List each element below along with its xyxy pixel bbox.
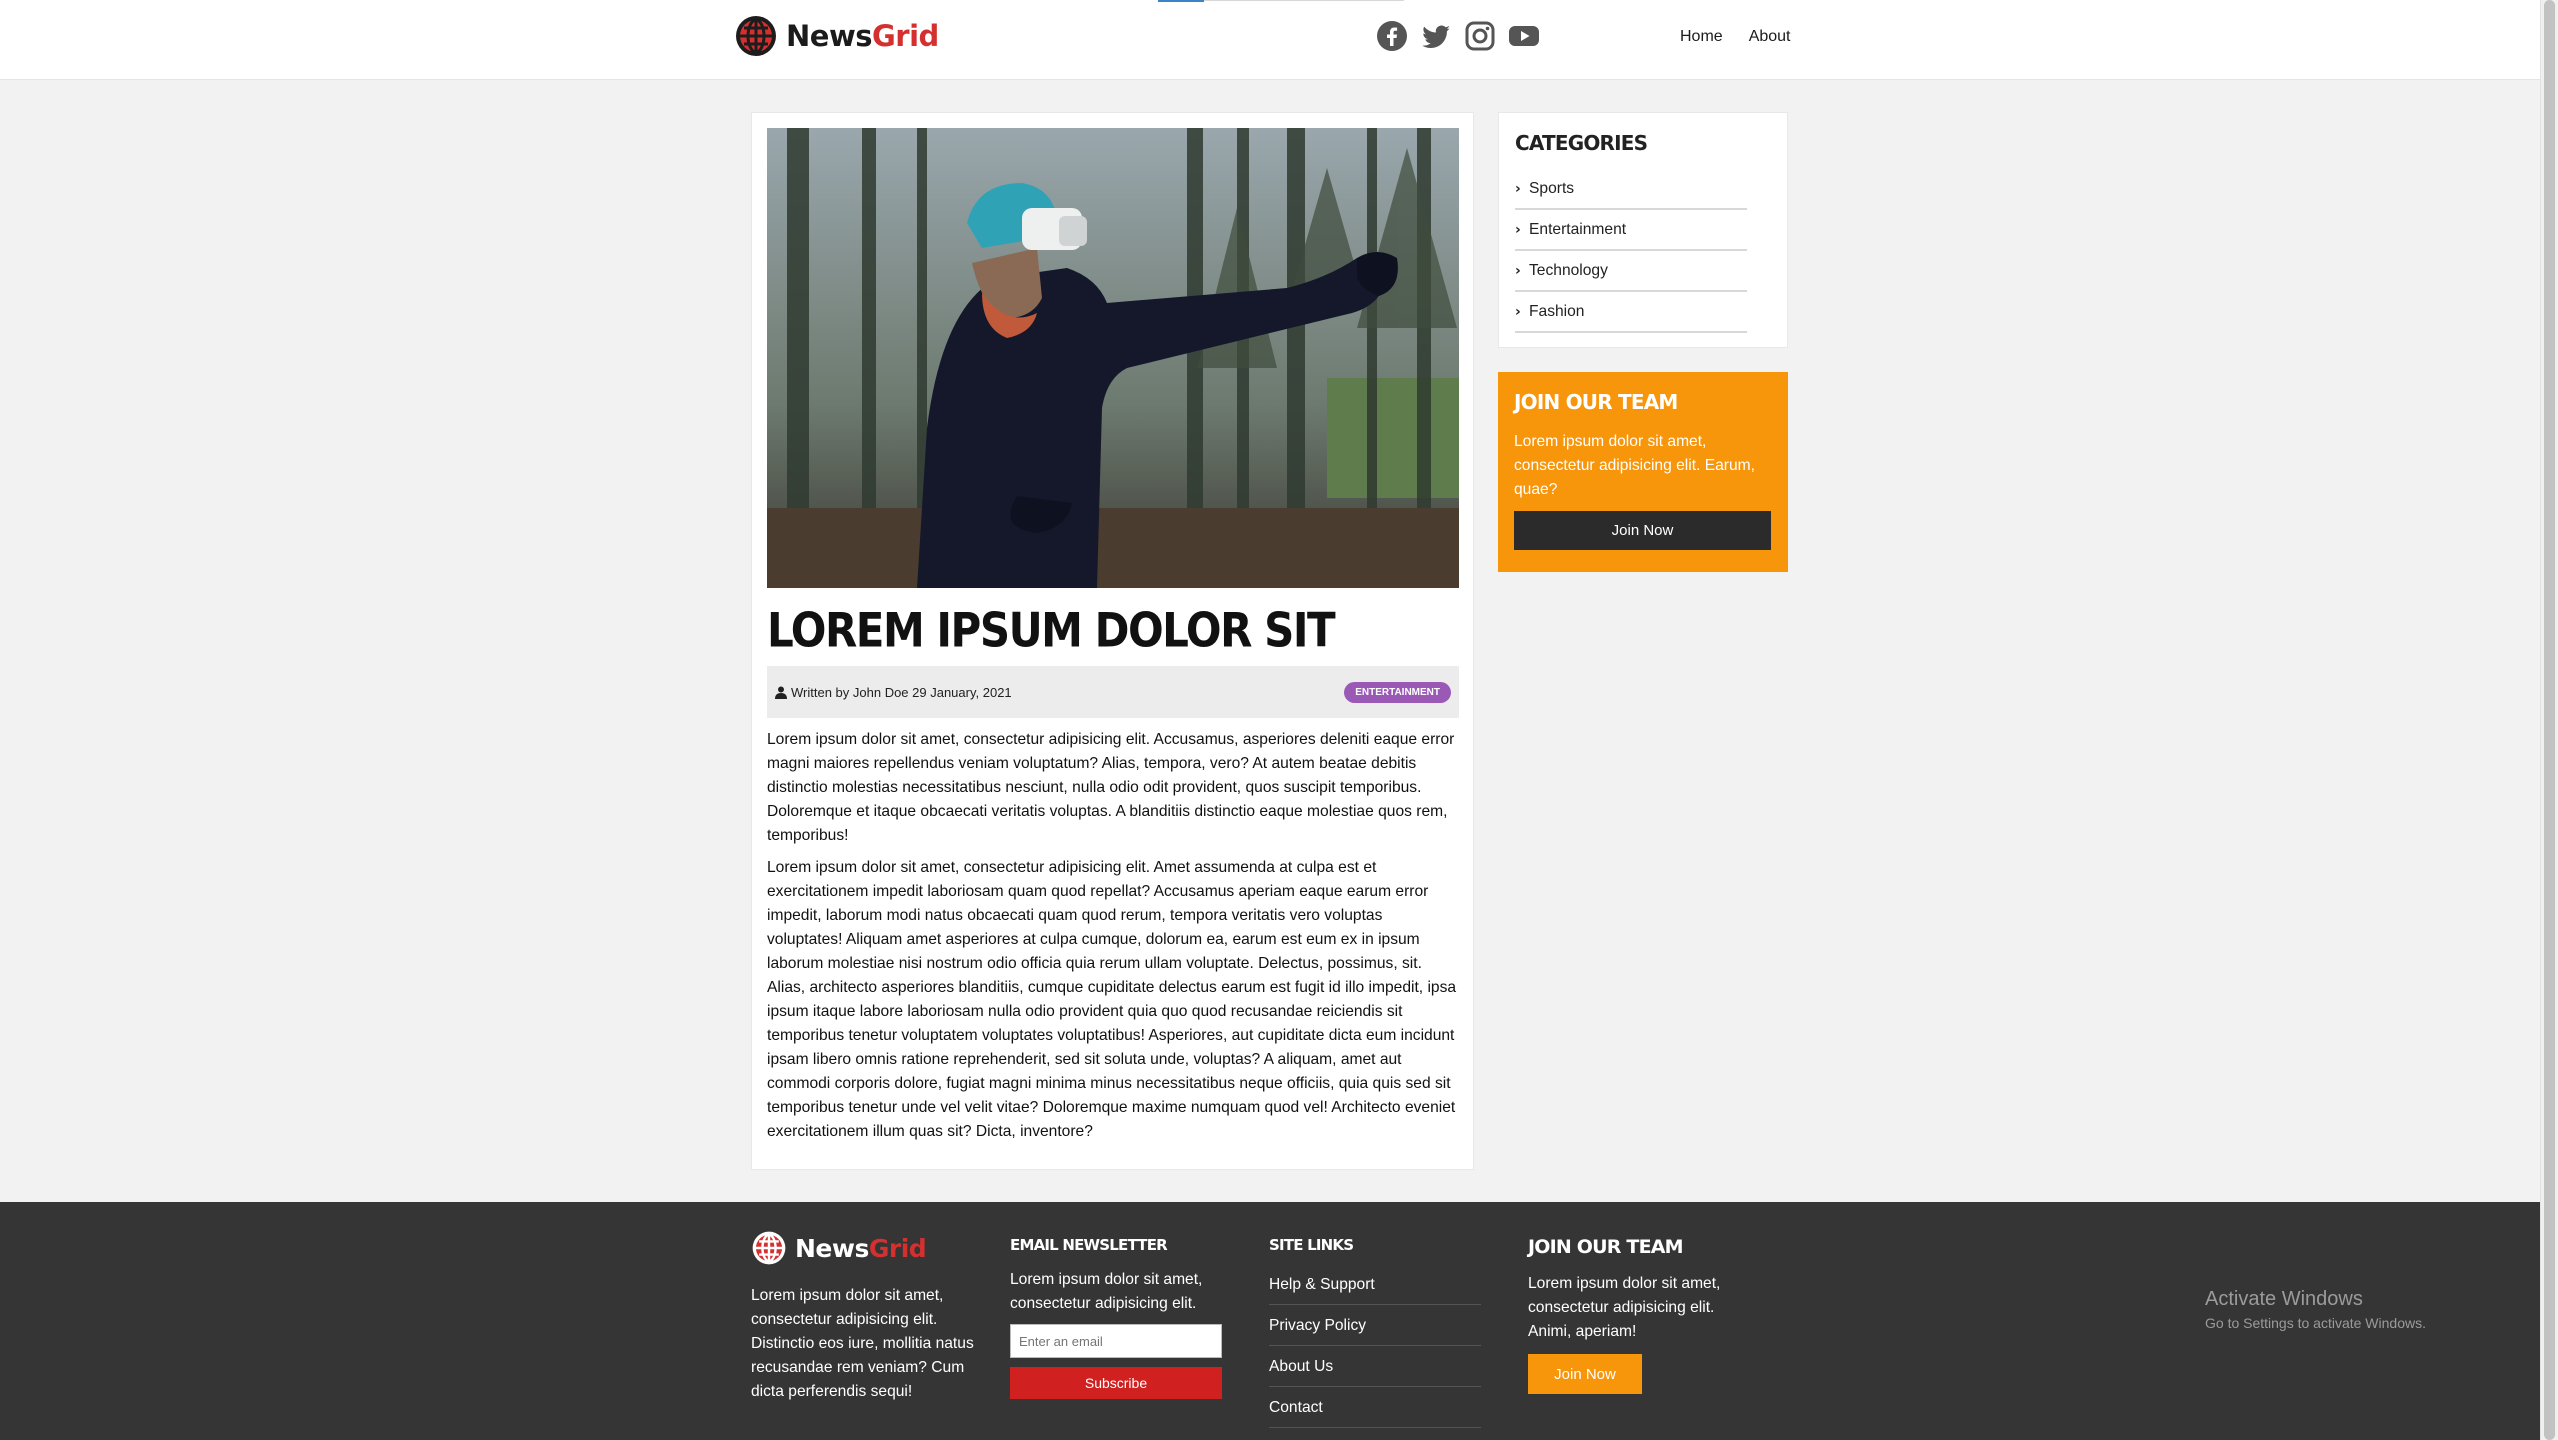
footer-join-heading: Join Our Team (1528, 1236, 1684, 1258)
subscribe-button[interactable]: Subscribe (1010, 1367, 1222, 1399)
footer-link-about[interactable]: About Us (1269, 1346, 1481, 1387)
chevron-right-icon: › (1515, 180, 1521, 197)
article-hero-image (767, 128, 1459, 588)
footer-join-text: Lorem ipsum dolor sit amet, consectetur … (1528, 1275, 1721, 1340)
brand-name: NewsGrid (795, 1233, 927, 1263)
categories-heading: Categories (1515, 131, 1648, 155)
category-item-fashion[interactable]: › Fashion (1515, 292, 1747, 333)
site-links-list: Help & Support Privacy Policy About Us C… (1269, 1264, 1481, 1428)
join-now-button[interactable]: Join Now (1514, 511, 1771, 550)
category-list: › Sports › Entertainment › Technology › Fash… (1515, 169, 1747, 333)
reading-progress-track (1204, 0, 1404, 1)
newsletter-email-input[interactable] (1010, 1324, 1222, 1358)
site-header: NewsGrid Home About (0, 0, 2540, 80)
newsletter-text: Lorem ipsum dolor sit amet, consectetur … (1010, 1271, 1203, 1312)
article-byline: Written by John Doe 29 January, 2021 (791, 684, 1012, 700)
join-team-heading: Join Our Team (1514, 390, 1678, 414)
join-team-text: Lorem ipsum dolor sit amet, consectetur … (1514, 433, 1755, 498)
article-body: Lorem ipsum dolor sit amet, consectetur … (767, 728, 1459, 1152)
social-links (1376, 20, 1540, 52)
top-nav: Home About (1680, 28, 1791, 46)
user-icon (775, 686, 787, 699)
footer-link-privacy[interactable]: Privacy Policy (1269, 1305, 1481, 1346)
chevron-right-icon: › (1515, 303, 1521, 320)
globe-icon (752, 1231, 786, 1265)
site-footer: NewsGrid Lorem ipsum dolor sit amet, con… (0, 1202, 2540, 1440)
footer-join-now-button[interactable]: Join Now (1528, 1354, 1642, 1394)
category-badge[interactable]: Entertainment (1344, 681, 1451, 703)
footer-logo[interactable]: NewsGrid (751, 1230, 927, 1266)
footer-about-text: Lorem ipsum dolor sit amet, consectetur … (751, 1287, 974, 1400)
join-team-widget: Join Our Team Lorem ipsum dolor sit amet… (1498, 372, 1788, 572)
nav-home[interactable]: Home (1680, 28, 1723, 46)
nav-about[interactable]: About (1749, 28, 1791, 46)
chevron-right-icon: › (1515, 221, 1521, 238)
reading-progress-bar (1158, 0, 1204, 2)
article-meta-bar: Written by John Doe 29 January, 2021 Ent… (767, 666, 1459, 718)
facebook-icon[interactable] (1376, 20, 1408, 52)
article-paragraph: Lorem ipsum dolor sit amet, consectetur … (767, 859, 1457, 1140)
instagram-icon[interactable] (1464, 20, 1496, 52)
activate-windows-watermark: Activate Windows Go to Settings to activ… (2205, 1288, 2426, 1331)
categories-widget: Categories › Sports › Entertainment › Techn… (1498, 112, 1788, 348)
footer-link-help[interactable]: Help & Support (1269, 1264, 1481, 1305)
newsletter-heading: Email Newsletter (1010, 1236, 1168, 1254)
site-logo[interactable]: NewsGrid (734, 14, 939, 58)
category-item-technology[interactable]: › Technology (1515, 251, 1747, 292)
article-paragraph: Lorem ipsum dolor sit amet, consectetur … (767, 731, 1455, 844)
twitter-icon[interactable] (1420, 20, 1452, 52)
globe-icon (736, 16, 776, 56)
youtube-icon[interactable] (1508, 20, 1540, 52)
category-item-sports[interactable]: › Sports (1515, 169, 1747, 210)
page-scrollbar[interactable] (2540, 0, 2558, 1440)
category-item-entertainment[interactable]: › Entertainment (1515, 210, 1747, 251)
scrollbar-thumb[interactable] (2544, 0, 2555, 1440)
article-card: Lorem ipsum dolor sit amet. Written by J… (751, 112, 1474, 1170)
site-links-heading: Site Links (1269, 1236, 1354, 1254)
footer-link-contact[interactable]: Contact (1269, 1387, 1481, 1428)
brand-name: NewsGrid (786, 19, 939, 53)
chevron-right-icon: › (1515, 262, 1521, 279)
